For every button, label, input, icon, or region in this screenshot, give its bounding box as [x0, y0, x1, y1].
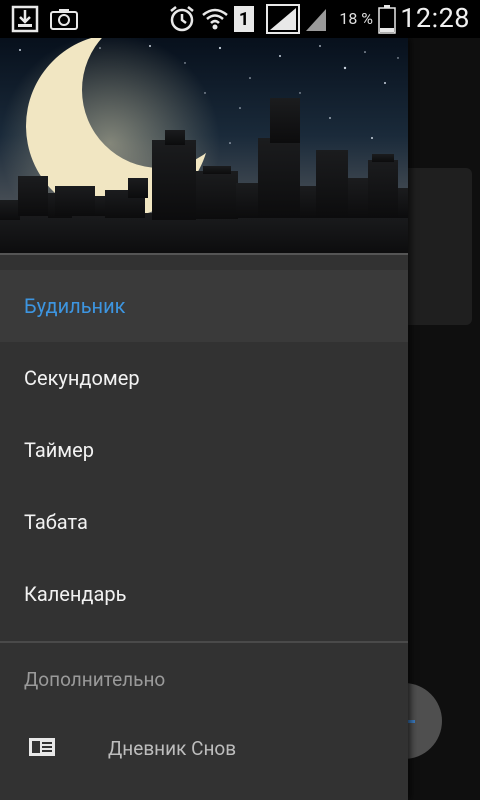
navigation-drawer: Будильник Секундомер Таймер Табата Кален… — [0, 38, 408, 800]
alarm-icon — [168, 0, 196, 38]
journal-icon — [28, 736, 56, 763]
sim-badge-label: 1 — [234, 6, 254, 32]
menu-item-alarm[interactable]: Будильник — [0, 270, 408, 342]
menu-item-label: Табата — [24, 510, 88, 534]
menu-item-tabata[interactable]: Табата — [0, 486, 408, 558]
download-icon — [10, 0, 40, 38]
battery-icon — [378, 0, 396, 38]
wifi-icon — [200, 0, 230, 38]
menu-item-calendar[interactable]: Календарь — [0, 558, 408, 630]
alarm-card[interactable] — [400, 168, 472, 325]
camera-icon — [50, 0, 78, 38]
signal-icon — [266, 0, 300, 38]
menu-item-label: Таймер — [24, 438, 94, 462]
menu-item-dream-journal[interactable]: Дневник Снов — [0, 718, 408, 778]
menu-item-label: Календарь — [24, 582, 127, 606]
sim-badge: 1 — [234, 0, 254, 38]
menu-item-timer[interactable]: Таймер — [0, 414, 408, 486]
partial-item-icon — [30, 794, 54, 800]
menu-item-stopwatch[interactable]: Секундомер — [0, 342, 408, 414]
screen: 1 18 % 12:28 Будильник Секундомер Таймер… — [0, 0, 480, 800]
status-bar: 1 18 % 12:28 — [0, 0, 480, 38]
drawer-header-image — [0, 38, 408, 255]
signal-icon-2 — [304, 0, 328, 38]
menu-item-label: Дневник Снов — [108, 736, 237, 760]
menu-item-label: Секундомер — [24, 366, 140, 390]
battery-percent: 18 % — [339, 9, 373, 28]
menu-divider — [0, 641, 408, 643]
menu-item-label: Будильник — [24, 294, 126, 318]
clock-time: 12:28 — [400, 2, 470, 34]
section-header-additional: Дополнительно — [24, 668, 166, 691]
